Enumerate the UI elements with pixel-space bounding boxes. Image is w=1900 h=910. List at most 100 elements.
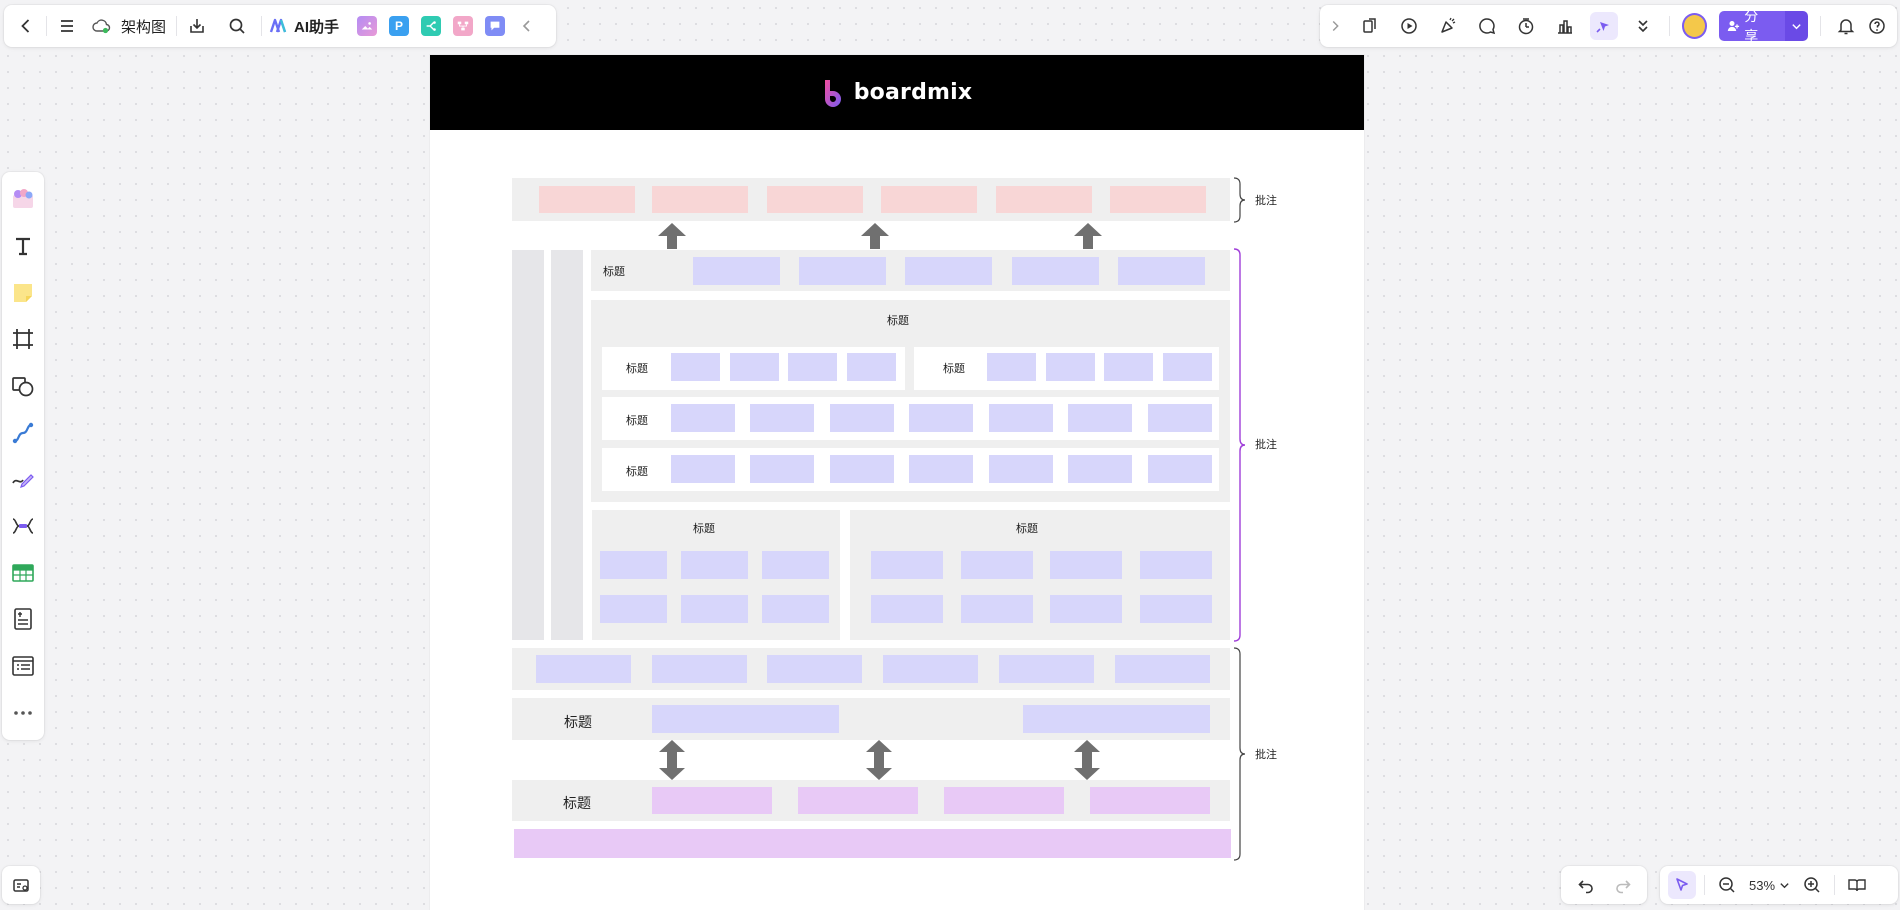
blue-block[interactable]	[671, 455, 735, 483]
doc-title[interactable]: 架构图	[121, 16, 166, 37]
minimap-icon[interactable]	[7, 871, 35, 899]
blue-block[interactable]	[905, 257, 992, 285]
frame-tool-icon[interactable]	[7, 324, 39, 355]
select-cursor-icon[interactable]	[1668, 871, 1696, 899]
vertical-strip[interactable]	[551, 250, 583, 640]
blue-block[interactable]	[871, 595, 943, 623]
blue-block[interactable]	[1140, 595, 1212, 623]
blue-block[interactable]	[989, 455, 1053, 483]
blue-block[interactable]	[830, 404, 894, 432]
blue-block[interactable]	[830, 455, 894, 483]
blue-block[interactable]	[847, 353, 896, 381]
user-avatar[interactable]	[1681, 13, 1707, 39]
blue-block[interactable]	[1118, 257, 1205, 285]
share-dropdown-button[interactable]	[1784, 11, 1808, 41]
blue-block[interactable]	[671, 404, 735, 432]
blue-wide-block[interactable]	[652, 705, 839, 733]
violet-block[interactable]	[798, 787, 918, 814]
vertical-strip[interactable]	[512, 250, 544, 640]
flowchart-app-icon[interactable]	[453, 16, 474, 36]
connector-tool-icon[interactable]	[7, 417, 39, 448]
text-tool-icon[interactable]	[7, 231, 39, 262]
blue-block[interactable]	[536, 655, 631, 683]
undo-icon[interactable]	[1572, 871, 1600, 899]
blue-block[interactable]	[999, 655, 1094, 683]
blue-block[interactable]	[1050, 595, 1122, 623]
zoom-out-icon[interactable]	[1713, 871, 1741, 899]
blue-block[interactable]	[909, 455, 973, 483]
pink-block[interactable]	[652, 186, 748, 213]
redo-icon[interactable]	[1609, 871, 1637, 899]
download-icon[interactable]	[183, 12, 211, 40]
shape-tool-icon[interactable]	[7, 371, 39, 402]
sticky-note-icon[interactable]	[7, 277, 39, 308]
share-button[interactable]: 分享	[1718, 8, 1785, 44]
document-tool-icon[interactable]	[7, 604, 39, 635]
violet-block[interactable]	[652, 787, 772, 814]
blue-block[interactable]	[681, 595, 748, 623]
mindmap-app-icon[interactable]	[421, 16, 442, 36]
timer-icon[interactable]	[1512, 12, 1539, 40]
zoom-in-icon[interactable]	[1798, 871, 1826, 899]
blue-block[interactable]	[600, 551, 667, 579]
menu-icon[interactable]	[53, 12, 81, 40]
blue-block[interactable]	[961, 595, 1033, 623]
pink-block[interactable]	[767, 186, 863, 213]
pink-block[interactable]	[996, 186, 1092, 213]
vote-icon[interactable]	[1551, 12, 1578, 40]
blue-block[interactable]	[1068, 404, 1132, 432]
blue-block[interactable]	[1046, 353, 1095, 381]
blue-block[interactable]	[767, 655, 862, 683]
blue-block[interactable]	[871, 551, 943, 579]
blue-block[interactable]	[1050, 551, 1122, 579]
blue-block[interactable]	[671, 353, 720, 381]
blue-block[interactable]	[883, 655, 978, 683]
mindmap-tool-icon[interactable]	[7, 511, 39, 542]
chevron-down-icon[interactable]	[1779, 880, 1790, 891]
more-down-icon[interactable]	[1630, 12, 1657, 40]
blue-block[interactable]	[1115, 655, 1210, 683]
back-icon[interactable]	[12, 12, 40, 40]
image-app-icon[interactable]	[357, 16, 378, 36]
blue-block[interactable]	[1104, 353, 1153, 381]
help-icon[interactable]	[1864, 12, 1891, 40]
ai-logo-icon[interactable]	[268, 12, 290, 40]
blue-block[interactable]	[681, 551, 748, 579]
blue-block[interactable]	[693, 257, 780, 285]
blue-block[interactable]	[1012, 257, 1099, 285]
violet-block[interactable]	[944, 787, 1064, 814]
violet-bar[interactable]	[514, 829, 1231, 858]
expand-right-icon[interactable]	[1326, 12, 1344, 40]
blue-block[interactable]	[989, 404, 1053, 432]
pen-tool-icon[interactable]	[7, 464, 39, 495]
blue-block[interactable]	[600, 595, 667, 623]
blue-block[interactable]	[750, 455, 814, 483]
blue-block[interactable]	[652, 655, 747, 683]
blue-block[interactable]	[1140, 551, 1212, 579]
blue-block[interactable]	[730, 353, 779, 381]
blue-block[interactable]	[987, 353, 1036, 381]
blue-block[interactable]	[909, 404, 973, 432]
p-app-icon[interactable]: P	[389, 16, 410, 36]
violet-block[interactable]	[1090, 787, 1210, 814]
reading-mode-icon[interactable]	[1843, 871, 1871, 899]
ai-assistant-label[interactable]: AI助手	[294, 16, 339, 37]
architecture-frame[interactable]: boardmix 标题 标题 标题 标题 标题 标题 标题 标题 标题 标题 批…	[430, 55, 1364, 910]
list-tool-icon[interactable]	[7, 651, 39, 682]
celebrate-icon[interactable]	[1434, 12, 1461, 40]
chat-app-icon[interactable]	[485, 16, 506, 36]
blue-block[interactable]	[1068, 455, 1132, 483]
blue-block[interactable]	[799, 257, 886, 285]
pink-block[interactable]	[881, 186, 977, 213]
blue-block[interactable]	[961, 551, 1033, 579]
pink-block[interactable]	[1110, 186, 1206, 213]
present-icon[interactable]	[1395, 12, 1422, 40]
more-tools-icon[interactable]	[7, 697, 39, 728]
bell-icon[interactable]	[1833, 12, 1860, 40]
comment-icon[interactable]	[1473, 12, 1500, 40]
search-icon[interactable]	[223, 12, 251, 40]
blue-block[interactable]	[1148, 404, 1212, 432]
blue-block[interactable]	[1148, 455, 1212, 483]
laser-pointer-icon[interactable]	[1590, 12, 1618, 40]
cloud-saved-icon[interactable]	[87, 12, 115, 40]
